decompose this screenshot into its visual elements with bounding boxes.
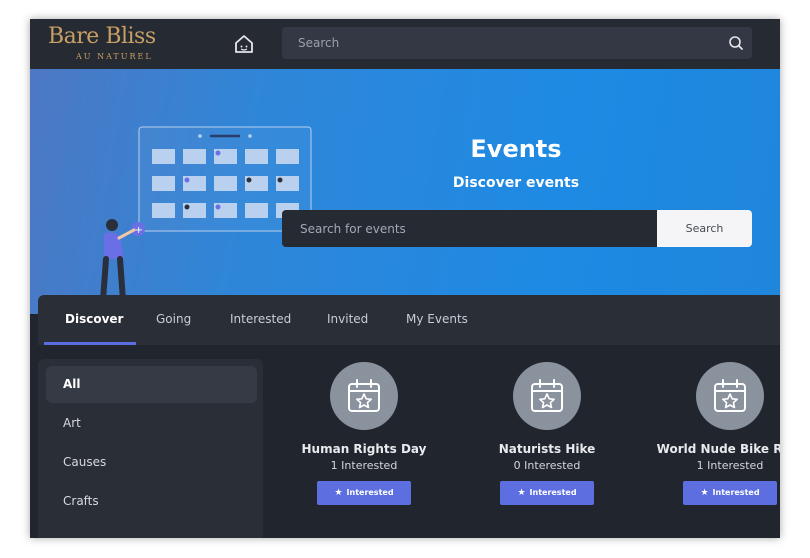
event-tabs: Discover Going Interested Invited My Eve… <box>38 295 780 345</box>
brand-tagline: AU NATUREL <box>76 52 153 61</box>
star-icon: ★ <box>517 488 526 498</box>
calendar-star-icon <box>513 362 581 430</box>
event-search-input[interactable] <box>282 210 657 247</box>
events-hero: + Events Discover events Search <box>30 69 780 314</box>
app-window: Bare Bliss AU NATUREL Search + Events Di… <box>30 19 780 538</box>
interested-button[interactable]: ★ Interested <box>683 481 777 505</box>
category-crafts[interactable]: Crafts <box>46 483 257 520</box>
event-search-button[interactable]: Search <box>657 210 752 247</box>
hero-title: Events <box>470 135 562 163</box>
event-card[interactable]: World Nude Bike Ride 1 Interested ★Inter… <box>650 362 780 512</box>
event-title[interactable]: Naturists Hike <box>447 442 647 456</box>
interested-button-label: Interested <box>712 488 760 497</box>
home-icon[interactable] <box>233 33 255 55</box>
category-causes[interactable]: Causes <box>46 444 257 481</box>
search-icon[interactable] <box>728 35 744 51</box>
interested-button-label: Interested <box>529 488 577 497</box>
event-card[interactable]: Human Rights Day 1 Interested ★ Intereste… <box>284 362 444 512</box>
event-title[interactable]: Human Rights Day <box>264 442 464 456</box>
svg-text:+: + <box>135 225 143 236</box>
brand-logo[interactable]: Bare Bliss AU NATUREL <box>48 24 178 64</box>
global-search <box>282 27 752 59</box>
hero-subtitle: Discover events <box>452 175 580 191</box>
event-card[interactable]: Naturists Hike 0 Interested ★ Interested <box>467 362 627 512</box>
event-interested-count: 1 Interested <box>696 459 764 472</box>
event-title[interactable]: World Nude Bike Ride <box>630 442 780 456</box>
tab-discover[interactable]: Discover <box>65 295 123 345</box>
calendar-star-icon <box>330 362 398 430</box>
star-icon: ★ <box>334 488 343 498</box>
event-interested-count: 0 Interested <box>513 459 581 472</box>
tab-interested[interactable]: Interested <box>230 295 291 345</box>
interested-button[interactable]: ★ Interested <box>500 481 594 505</box>
interested-button[interactable]: ★ Interested <box>317 481 411 505</box>
tab-invited[interactable]: Invited <box>327 295 368 345</box>
event-interested-count: 1 Interested <box>330 459 398 472</box>
tab-my-events[interactable]: My Events <box>406 295 468 345</box>
top-bar: Bare Bliss AU NATUREL <box>30 19 780 69</box>
calendar-star-icon <box>696 362 764 430</box>
brand-name: Bare Bliss <box>48 24 156 49</box>
active-tab-indicator <box>44 342 136 345</box>
category-all[interactable]: All <box>46 366 257 403</box>
category-art[interactable]: Art <box>46 405 257 442</box>
category-sidebar: All Art Causes Crafts <box>38 359 263 538</box>
interested-button-label: Interested <box>346 488 394 497</box>
tab-going[interactable]: Going <box>156 295 191 345</box>
star-icon: ★ <box>700 488 709 498</box>
global-search-input[interactable] <box>282 27 712 59</box>
event-search-bar: Search <box>282 210 752 247</box>
